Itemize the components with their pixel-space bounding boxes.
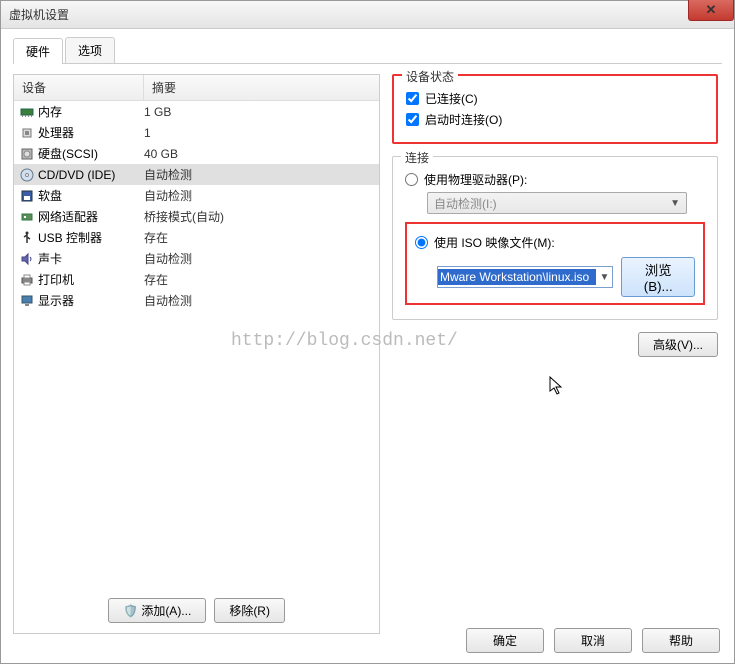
chevron-down-icon: ▼ [596,272,612,283]
memory-icon [18,104,36,120]
shield-icon: 🛡️ [123,604,138,618]
hardware-list-panel: 设备 摘要 内存1 GB处理器1硬盘(SCSI)40 GBCD/DVD (IDE… [13,74,380,634]
iso-highlight: 使用 ISO 映像文件(M): Mware Workstation\linux.… [405,222,705,305]
hardware-summary: 自动检测 [144,250,375,267]
connect-at-power-checkbox[interactable] [406,113,419,126]
hardware-summary: 存在 [144,271,375,288]
hardware-summary: 自动检测 [144,166,375,183]
hardware-summary: 1 GB [144,105,375,119]
connected-row[interactable]: 已连接(C) [406,90,704,107]
hardware-row[interactable]: 内存1 GB [14,101,379,122]
use-physical-label: 使用物理驱动器(P): [424,171,527,188]
hardware-name: CD/DVD (IDE) [36,168,144,182]
connection-fieldset: 连接 使用物理驱动器(P): 自动检测(I:) ▼ [392,156,718,320]
hardware-summary: 自动检测 [144,187,375,204]
sound-icon [18,251,36,267]
usb-icon [18,230,36,246]
display-icon [18,293,36,309]
hardware-summary: 桥接模式(自动) [144,208,375,225]
printer-icon [18,272,36,288]
hardware-row[interactable]: 网络适配器桥接模式(自动) [14,206,379,227]
close-icon: ✕ [706,2,717,18]
footer-buttons: 确定 取消 帮助 [466,628,720,653]
add-button[interactable]: 🛡️ 添加(A)... [108,598,206,623]
tab-options[interactable]: 选项 [65,37,115,63]
device-status-legend: 设备状态 [402,68,458,85]
hardware-name: 软盘 [36,187,144,204]
hardware-name: 网络适配器 [36,208,144,225]
ok-button[interactable]: 确定 [466,628,544,653]
connect-at-power-row[interactable]: 启动时连接(O) [406,111,704,128]
connection-legend: 连接 [401,149,433,166]
close-button[interactable]: ✕ [688,0,734,21]
hardware-name: 声卡 [36,250,144,267]
disk-icon [18,146,36,162]
physical-combo-value: 自动检测(I:) [434,195,497,212]
hardware-row[interactable]: CD/DVD (IDE)自动检测 [14,164,379,185]
main-area: 设备 摘要 内存1 GB处理器1硬盘(SCSI)40 GBCD/DVD (IDE… [13,74,722,634]
hardware-row[interactable]: 软盘自动检测 [14,185,379,206]
physical-drive-combo[interactable]: 自动检测(I:) ▼ [427,192,687,214]
help-button[interactable]: 帮助 [642,628,720,653]
floppy-icon [18,188,36,204]
hardware-name: 打印机 [36,271,144,288]
use-physical-radio[interactable] [405,173,418,186]
connected-checkbox[interactable] [406,92,419,105]
advanced-button[interactable]: 高级(V)... [638,332,718,357]
hardware-row[interactable]: 打印机存在 [14,269,379,290]
use-physical-row[interactable]: 使用物理驱动器(P): [405,171,705,188]
iso-path-input[interactable]: Mware Workstation\linux.iso ▼ [437,266,613,288]
settings-window: 虚拟机设置 ✕ 硬件 选项 设备 摘要 内存1 GB处理器1硬盘(SCSI)40… [0,0,735,664]
physical-combo-wrap: 自动检测(I:) ▼ [427,192,705,214]
hardware-header: 设备 摘要 [14,75,379,101]
tab-hardware[interactable]: 硬件 [13,38,63,64]
hardware-name: 硬盘(SCSI) [36,145,144,162]
connect-at-power-label: 启动时连接(O) [425,111,502,128]
col-device: 设备 [14,75,144,100]
use-iso-row[interactable]: 使用 ISO 映像文件(M): [415,234,695,251]
use-iso-radio[interactable] [415,236,428,249]
hardware-summary: 1 [144,126,375,140]
hardware-name: USB 控制器 [36,229,144,246]
remove-button[interactable]: 移除(R) [214,598,285,623]
hardware-row[interactable]: USB 控制器存在 [14,227,379,248]
tab-strip: 硬件 选项 [13,37,722,64]
cancel-button[interactable]: 取消 [554,628,632,653]
hardware-name: 显示器 [36,292,144,309]
chevron-down-icon: ▼ [670,198,680,209]
hardware-row[interactable]: 声卡自动检测 [14,248,379,269]
hardware-name: 处理器 [36,124,144,141]
device-status-fieldset: 设备状态 已连接(C) 启动时连接(O) [392,74,718,144]
iso-path-value: Mware Workstation\linux.iso [438,269,596,285]
hardware-row[interactable]: 处理器1 [14,122,379,143]
titlebar: 虚拟机设置 ✕ [1,1,734,29]
content-area: 硬件 选项 设备 摘要 内存1 GB处理器1硬盘(SCSI)40 GBCD/DV… [1,29,734,642]
browse-button[interactable]: 浏览(B)... [621,257,695,297]
hardware-list[interactable]: 内存1 GB处理器1硬盘(SCSI)40 GBCD/DVD (IDE)自动检测软… [14,101,379,588]
use-iso-label: 使用 ISO 映像文件(M): [434,234,555,251]
hardware-row[interactable]: 硬盘(SCSI)40 GB [14,143,379,164]
right-panel: 设备状态 已连接(C) 启动时连接(O) 连接 使用物理驱动器(P): [392,74,722,634]
advanced-row: 高级(V)... [392,332,718,357]
hardware-summary: 自动检测 [144,292,375,309]
connected-label: 已连接(C) [425,90,478,107]
hardware-name: 内存 [36,103,144,120]
hardware-buttons: 🛡️ 添加(A)... 移除(R) [14,588,379,633]
window-title: 虚拟机设置 [9,6,69,23]
col-summary: 摘要 [144,75,379,100]
nic-icon [18,209,36,225]
cd-icon [18,167,36,183]
hardware-summary: 存在 [144,229,375,246]
cpu-icon [18,125,36,141]
hardware-row[interactable]: 显示器自动检测 [14,290,379,311]
iso-input-row: Mware Workstation\linux.iso ▼ 浏览(B)... [437,257,695,297]
add-button-label: 添加(A)... [141,604,191,618]
hardware-summary: 40 GB [144,147,375,161]
